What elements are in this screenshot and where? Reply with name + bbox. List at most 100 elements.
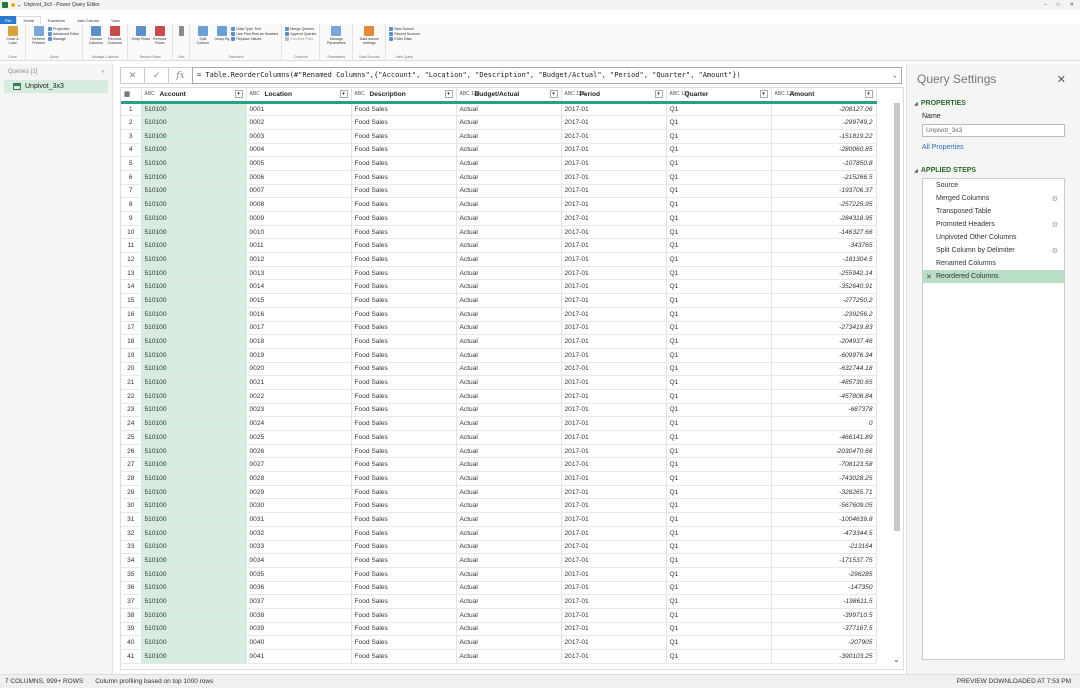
all-properties-link[interactable]: All Properties <box>922 144 964 151</box>
table-cell[interactable]: Actual <box>456 307 562 322</box>
table-cell[interactable]: Food Sales <box>351 115 457 130</box>
column-header-location[interactable]: ABC Location ▾ <box>246 88 352 104</box>
table-cell[interactable]: Q1 <box>666 540 772 555</box>
table-cell[interactable]: Food Sales <box>351 170 457 185</box>
manage-button[interactable]: Manage <box>48 37 79 41</box>
table-cell[interactable]: Actual <box>456 362 562 377</box>
table-cell[interactable]: 2017-01 <box>561 457 667 473</box>
tab-home[interactable]: Home <box>16 16 42 24</box>
table-row[interactable]: 7 510100 0007 Food Sales Actual 2017-01 Q1 -193… <box>121 184 877 199</box>
table-row[interactable]: 41 510100 0041 Food Sales Actual 2017-01 Q1 -39… <box>121 649 877 664</box>
table-cell[interactable]: 2017-01 <box>561 635 667 650</box>
table-cell[interactable]: 2017-01 <box>561 430 667 445</box>
table-cell[interactable]: Actual <box>456 403 562 418</box>
row-number[interactable]: 13 <box>121 266 142 281</box>
table-cell[interactable]: Actual <box>456 238 562 254</box>
column-header-budget-actual[interactable]: ABC 123 Budget/Actual ▾ <box>456 88 562 104</box>
table-cell[interactable]: -632744.18 <box>771 362 877 377</box>
table-cell[interactable]: Q1 <box>666 184 772 199</box>
row-number[interactable]: 6 <box>121 170 142 185</box>
save-icon[interactable] <box>11 3 15 7</box>
cancel-formula-button[interactable]: ✕ <box>120 67 144 84</box>
applied-step[interactable]: ✕ Reordered Columns <box>923 270 1064 283</box>
table-cell[interactable]: -473344.5 <box>771 526 877 541</box>
table-row[interactable]: 28 510100 0028 Food Sales Actual 2017-01 Q1 -74… <box>121 471 877 486</box>
table-cell[interactable]: Actual <box>456 184 562 199</box>
table-cell[interactable]: 510100 <box>141 197 247 212</box>
table-cell[interactable]: -277250.2 <box>771 293 877 308</box>
table-cell[interactable]: 510100 <box>141 553 247 568</box>
table-cell[interactable]: Actual <box>456 498 562 514</box>
table-cell[interactable]: 0013 <box>246 266 352 281</box>
table-cell[interactable]: 510100 <box>141 252 247 267</box>
table-cell[interactable]: 510100 <box>141 567 247 582</box>
table-cell[interactable]: 2017-01 <box>561 403 667 418</box>
table-cell[interactable]: Food Sales <box>351 184 457 199</box>
table-cell[interactable]: Actual <box>456 293 562 308</box>
table-cell[interactable]: 2017-01 <box>561 444 667 459</box>
table-row[interactable]: 16 510100 0016 Food Sales Actual 2017-01 Q1 -23… <box>121 307 877 322</box>
table-cell[interactable]: -107850.8 <box>771 156 877 171</box>
table-cell[interactable]: 510100 <box>141 184 247 199</box>
table-cell[interactable]: -147350 <box>771 581 877 596</box>
table-cell[interactable]: 510100 <box>141 334 247 349</box>
table-cell[interactable]: Food Sales <box>351 553 457 568</box>
table-cell[interactable]: Actual <box>456 266 562 281</box>
applied-step[interactable]: Split Column by Delimiter ⚙ <box>923 244 1064 257</box>
table-row[interactable]: 39 510100 0039 Food Sales Actual 2017-01 Q1 -37… <box>121 622 877 637</box>
row-number[interactable]: 17 <box>121 321 142 336</box>
tab-add-column[interactable]: Add Column <box>71 16 105 24</box>
table-cell[interactable]: 510100 <box>141 635 247 650</box>
table-row[interactable]: 25 510100 0025 Food Sales Actual 2017-01 Q1 -46… <box>121 430 877 445</box>
table-cell[interactable]: Food Sales <box>351 444 457 459</box>
row-number[interactable]: 20 <box>121 362 142 377</box>
table-cell[interactable]: 2017-01 <box>561 581 667 596</box>
table-row[interactable]: 2 510100 0002 Food Sales Actual 2017-01 Q1 -299… <box>121 115 877 130</box>
table-cell[interactable]: Q1 <box>666 375 772 390</box>
table-cell[interactable]: 0022 <box>246 389 352 404</box>
row-number[interactable]: 37 <box>121 594 142 609</box>
table-row[interactable]: 5 510100 0005 Food Sales Actual 2017-01 Q1 -107… <box>121 156 877 171</box>
row-number[interactable]: 3 <box>121 129 142 144</box>
table-cell[interactable]: 0010 <box>246 225 352 240</box>
table-cell[interactable]: 2017-01 <box>561 115 667 130</box>
table-row[interactable]: 10 510100 0010 Food Sales Actual 2017-01 Q1 -14… <box>121 225 877 240</box>
combine-files-button[interactable]: Combine Files <box>285 37 316 41</box>
table-cell[interactable]: -743028.25 <box>771 471 877 486</box>
table-cell[interactable]: 0039 <box>246 622 352 637</box>
table-cell[interactable]: -343765 <box>771 238 877 254</box>
table-cell[interactable]: -273419.83 <box>771 321 877 336</box>
table-cell[interactable]: Actual <box>456 622 562 637</box>
table-row[interactable]: 11 510100 0011 Food Sales Actual 2017-01 Q1 -34… <box>121 238 877 254</box>
table-row[interactable]: 19 510100 0019 Food Sales Actual 2017-01 Q1 -60… <box>121 348 877 363</box>
fx-icon[interactable]: fx <box>168 67 192 84</box>
table-cell[interactable]: Actual <box>456 457 562 473</box>
table-cell[interactable]: Actual <box>456 567 562 582</box>
table-cell[interactable]: Food Sales <box>351 321 457 336</box>
table-cell[interactable]: Actual <box>456 170 562 185</box>
use-first-row-headers-button[interactable]: Use First Row as Headers <box>231 32 278 36</box>
table-cell[interactable]: Q1 <box>666 622 772 637</box>
table-cell[interactable]: Actual <box>456 581 562 596</box>
table-cell[interactable]: -280060.85 <box>771 143 877 158</box>
table-row[interactable]: 31 510100 0031 Food Sales Actual 2017-01 Q1 -10… <box>121 512 877 527</box>
table-cell[interactable]: Q1 <box>666 129 772 144</box>
table-row[interactable]: 29 510100 0029 Food Sales Actual 2017-01 Q1 -32… <box>121 485 877 500</box>
table-cell[interactable]: Food Sales <box>351 608 457 623</box>
table-cell[interactable]: Q1 <box>666 225 772 240</box>
filter-dropdown-icon[interactable]: ▾ <box>654 90 663 99</box>
table-cell[interactable]: 510100 <box>141 389 247 404</box>
row-number[interactable]: 8 <box>121 197 142 212</box>
table-row[interactable]: 9 510100 0009 Food Sales Actual 2017-01 Q1 -284… <box>121 211 877 226</box>
tab-transform[interactable]: Transform <box>41 16 71 24</box>
table-cell[interactable]: 0015 <box>246 293 352 308</box>
table-cell[interactable]: 2017-01 <box>561 156 667 171</box>
table-cell[interactable]: Food Sales <box>351 403 457 418</box>
row-number[interactable]: 23 <box>121 403 142 418</box>
table-cell[interactable]: Food Sales <box>351 293 457 308</box>
column-type-icon[interactable]: ABC 123 <box>460 91 480 97</box>
table-cell[interactable]: 0041 <box>246 649 352 664</box>
table-cell[interactable]: Q1 <box>666 102 772 117</box>
table-cell[interactable]: Q1 <box>666 143 772 158</box>
row-number[interactable]: 12 <box>121 252 142 267</box>
